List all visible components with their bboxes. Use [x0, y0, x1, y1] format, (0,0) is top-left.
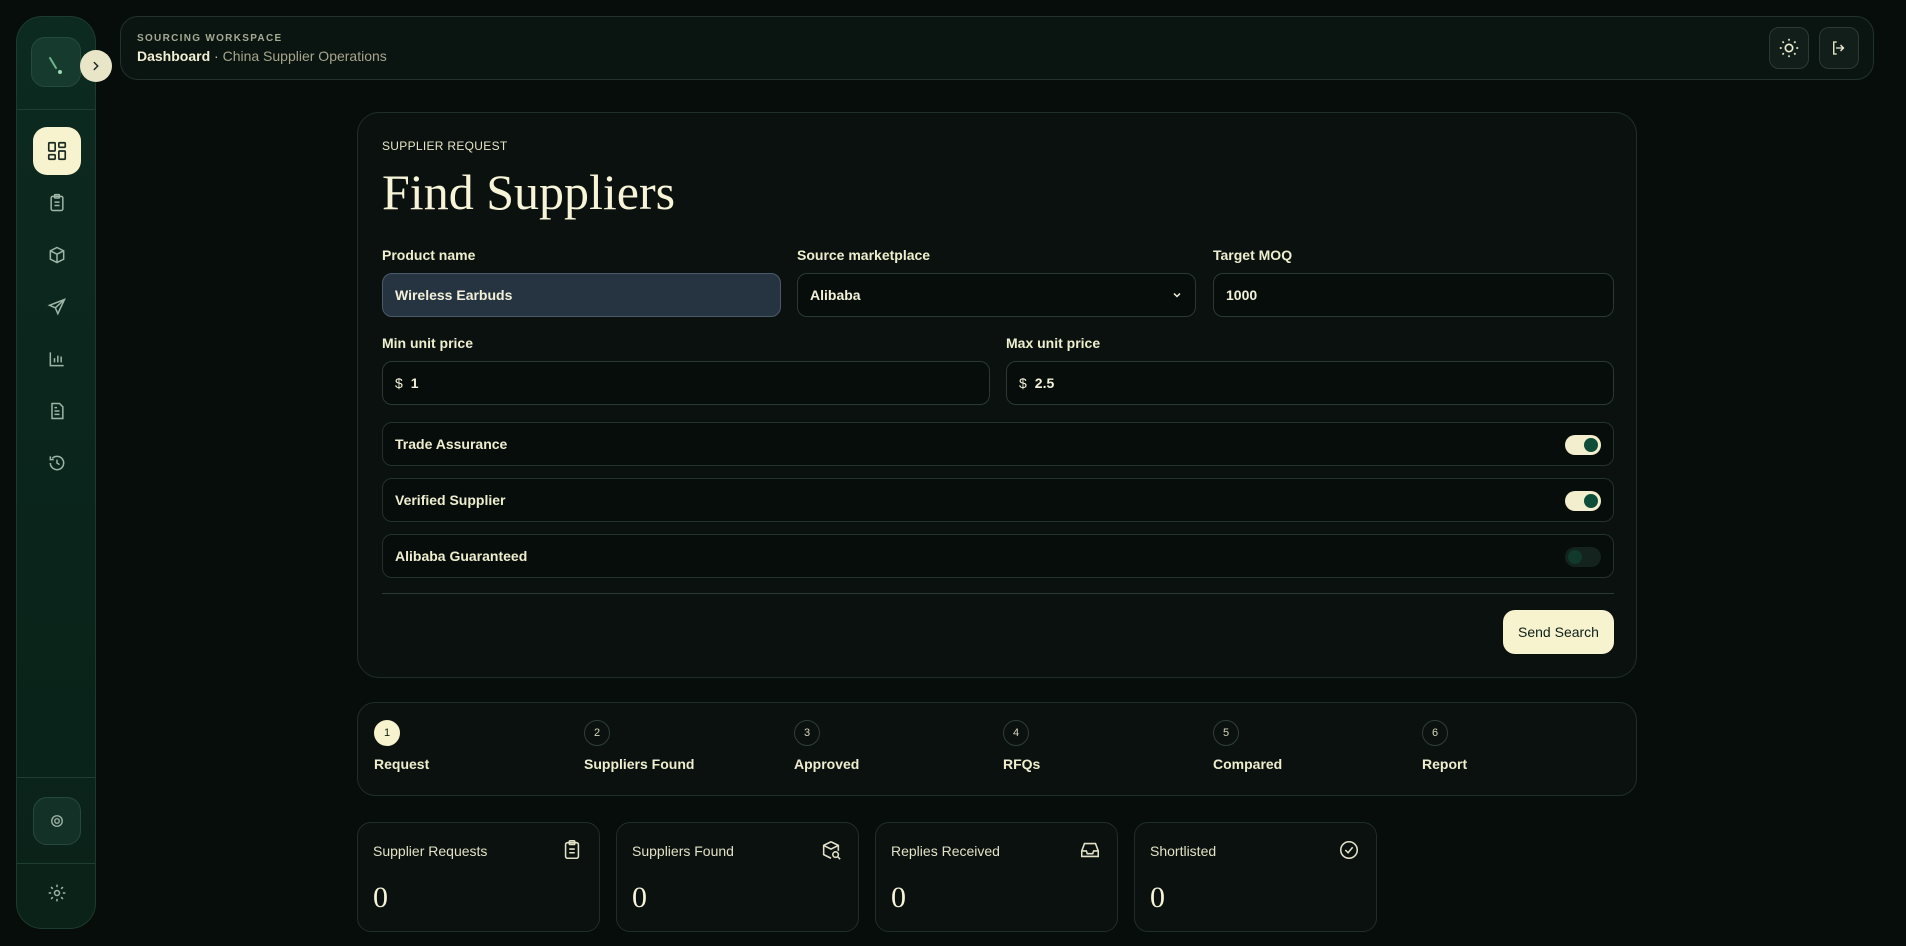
- breadcrumb: Dashboard · China Supplier Operations: [137, 48, 387, 64]
- history-icon: [49, 455, 65, 471]
- logout-button[interactable]: [1819, 27, 1859, 69]
- step-label: RFQs: [1003, 756, 1041, 772]
- package-search-icon: [822, 841, 841, 860]
- chevron-down-icon: [1173, 292, 1181, 298]
- step-label: Suppliers Found: [584, 756, 695, 772]
- sidebar-item-reports[interactable]: [33, 387, 81, 435]
- step-request[interactable]: 1 Request: [374, 720, 429, 772]
- toggle-row-verified-supplier: Verified Supplier: [382, 478, 1614, 522]
- step-number: 5: [1213, 720, 1239, 746]
- step-number: 3: [794, 720, 820, 746]
- chevron-right-icon: [93, 61, 99, 71]
- sidebar-item-suppliers[interactable]: [33, 231, 81, 279]
- stat-card-supplier-requests: Supplier Requests 0: [357, 822, 600, 932]
- step-compared[interactable]: 5 Compared: [1213, 720, 1282, 772]
- step-number: 1: [374, 720, 400, 746]
- min-price-label: Min unit price: [382, 335, 473, 351]
- marketplace-value: Alibaba: [810, 287, 861, 303]
- product-name-input[interactable]: Wireless Earbuds: [382, 273, 781, 317]
- step-suppliers-found[interactable]: 2 Suppliers Found: [584, 720, 694, 772]
- stat-card-shortlisted: Shortlisted 0: [1134, 822, 1377, 932]
- send-icon: [47, 298, 66, 316]
- step-label: Approved: [794, 756, 860, 772]
- theme-toggle-button[interactable]: [1769, 27, 1809, 69]
- toggle-label: Trade Assurance: [395, 436, 508, 452]
- toggle-row-alibaba-guaranteed: Alibaba Guaranteed: [382, 534, 1614, 578]
- sidebar: [16, 16, 112, 929]
- trade-assurance-switch[interactable]: [1565, 435, 1601, 455]
- sidebar-item-rfqs[interactable]: [33, 283, 81, 331]
- workspace-eyebrow: SOURCING WORKSPACE: [137, 33, 283, 44]
- app-logo[interactable]: [31, 37, 81, 87]
- stat-card-suppliers-found: Suppliers Found 0: [616, 822, 859, 932]
- moq-input[interactable]: 1000: [1213, 273, 1614, 317]
- stat-card-replies-received: Replies Received 0: [875, 822, 1118, 932]
- moq-value: 1000: [1226, 287, 1258, 303]
- dashboard-icon: [47, 141, 67, 161]
- toggle-label: Alibaba Guaranteed: [395, 548, 528, 564]
- min-price-value: 1: [410, 375, 419, 391]
- clipboard-list-icon: [564, 840, 580, 860]
- bar-chart-icon: [49, 352, 64, 367]
- stat-value: 0: [632, 881, 647, 914]
- marketplace-label: Source marketplace: [797, 247, 931, 263]
- page-title: Find Suppliers: [382, 164, 676, 220]
- sidebar-item-settings[interactable]: [33, 869, 81, 917]
- stat-title: Supplier Requests: [373, 843, 488, 859]
- sidebar-item-dashboard[interactable]: [33, 127, 81, 175]
- toggle-row-trade-assurance: Trade Assurance: [382, 422, 1614, 466]
- product-name-label: Product name: [382, 247, 476, 263]
- expand-sidebar-button[interactable]: [80, 50, 112, 82]
- max-price-input[interactable]: $ 2.5: [1006, 361, 1614, 405]
- sidebar-item-requests[interactable]: [33, 179, 81, 227]
- sidebar-item-analytics[interactable]: [33, 335, 81, 383]
- marketplace-select[interactable]: Alibaba: [797, 273, 1196, 317]
- stat-value: 0: [1150, 881, 1165, 914]
- top-header: SOURCING WORKSPACE Dashboard · China Sup…: [120, 16, 1874, 80]
- max-price-label: Max unit price: [1006, 335, 1101, 351]
- step-number: 4: [1003, 720, 1029, 746]
- clipboard-icon: [50, 193, 64, 212]
- min-price-input[interactable]: $ 1: [382, 361, 990, 405]
- step-rfqs[interactable]: 4 RFQs: [1003, 720, 1040, 772]
- stat-title: Replies Received: [891, 843, 1000, 859]
- breadcrumb-sub: China Supplier Operations: [222, 48, 387, 64]
- send-search-button[interactable]: Send Search: [1503, 610, 1614, 654]
- currency-symbol: $: [395, 375, 403, 391]
- inbox-icon: [1080, 842, 1100, 858]
- step-label: Request: [374, 756, 430, 772]
- support-icon: [51, 815, 63, 827]
- step-approved[interactable]: 3 Approved: [794, 720, 859, 772]
- verified-supplier-switch[interactable]: [1565, 491, 1601, 511]
- stat-title: Suppliers Found: [632, 843, 734, 859]
- document-icon: [51, 402, 64, 420]
- toggle-label: Verified Supplier: [395, 492, 506, 508]
- alibaba-guaranteed-switch[interactable]: [1565, 547, 1601, 567]
- stat-title: Shortlisted: [1150, 843, 1217, 859]
- max-price-value: 2.5: [1034, 375, 1055, 391]
- stat-value: 0: [373, 881, 388, 914]
- step-number: 2: [584, 720, 610, 746]
- sun-icon: [1779, 38, 1799, 58]
- currency-symbol: $: [1019, 375, 1027, 391]
- step-number: 6: [1422, 720, 1448, 746]
- support-button[interactable]: [33, 797, 81, 845]
- logout-icon: [1833, 41, 1845, 55]
- sidebar-item-history[interactable]: [33, 439, 81, 487]
- gear-icon: [48, 884, 66, 902]
- product-name-value: Wireless Earbuds: [395, 287, 513, 303]
- supplier-request-card: SUPPLIER REQUEST Find Suppliers Product …: [357, 112, 1637, 678]
- step-label: Compared: [1213, 756, 1283, 772]
- step-label: Report: [1422, 756, 1468, 772]
- step-report[interactable]: 6 Report: [1422, 720, 1467, 772]
- divider: [382, 593, 1614, 594]
- check-circle-icon: [1339, 840, 1359, 860]
- package-icon: [49, 246, 65, 264]
- progress-steps: 1 Request 2 Suppliers Found 3 Approved 4…: [357, 702, 1637, 796]
- moq-label: Target MOQ: [1213, 247, 1293, 263]
- breadcrumb-separator: ·: [210, 48, 223, 64]
- breadcrumb-main[interactable]: Dashboard: [137, 48, 210, 64]
- stat-value: 0: [891, 881, 906, 914]
- card-eyebrow: SUPPLIER REQUEST: [382, 139, 508, 153]
